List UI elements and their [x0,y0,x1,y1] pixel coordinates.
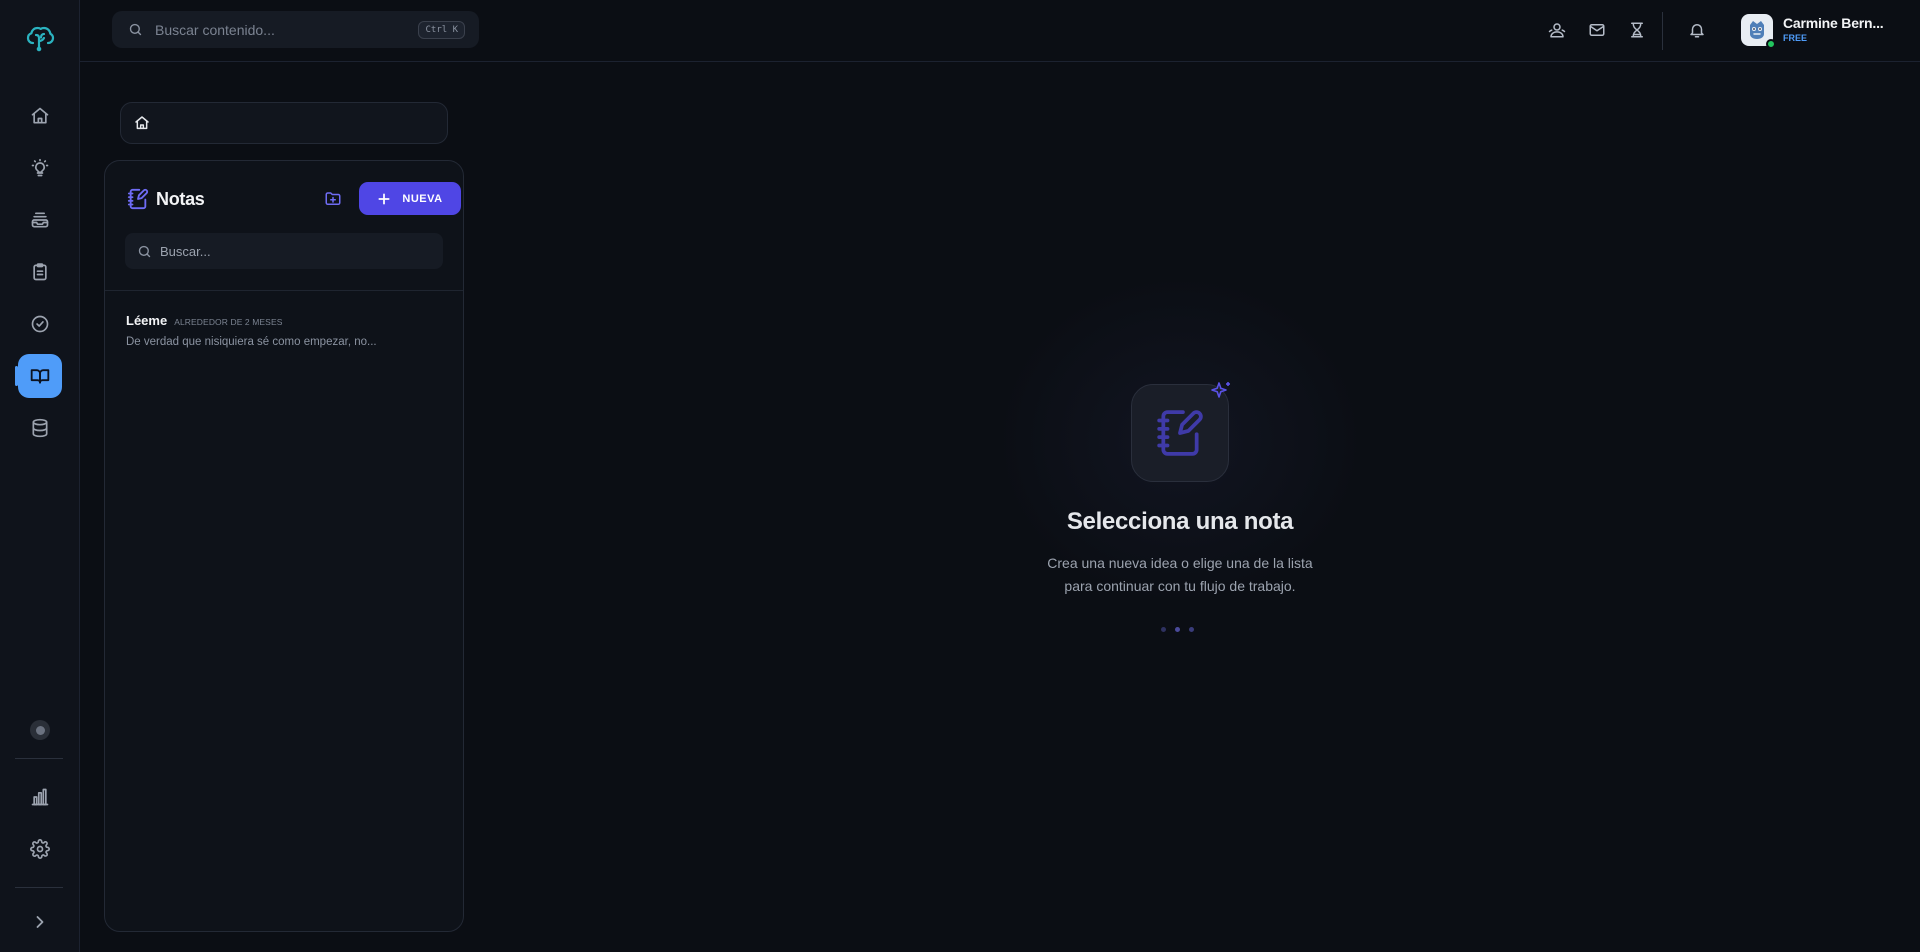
rail-settings-button[interactable] [18,827,62,871]
notes-search-box[interactable] [125,233,443,269]
empty-state-line-1: Crea una nueva idea o elige una de la li… [1047,555,1313,571]
status-dot-icon[interactable] [30,720,50,740]
rail-tasks-button[interactable] [18,250,62,294]
topbar-separator [1662,12,1663,50]
bar-chart-icon [31,788,49,806]
mail-icon [1589,24,1605,36]
loading-dots [1161,627,1203,632]
notifications-button[interactable] [1686,19,1708,41]
empty-state-description: Crea una nueva idea o elige una de la li… [1030,552,1330,598]
trophy-icon [1631,22,1643,38]
home-icon[interactable] [134,115,150,131]
notes-search-input[interactable] [160,243,431,259]
empty-state-title: Selecciona una nota [1066,508,1294,535]
lightbulb-icon [31,158,49,177]
list-item[interactable]: Léeme ALREDEDOR DE 2 MESES De verdad que… [126,313,446,348]
rail-expand-button[interactable] [18,900,62,944]
note-preview: De verdad que nisiquiera sé como empezar… [126,336,377,348]
trophy-button[interactable] [1626,19,1648,41]
top-bar: Ctrl K Carmine Bern... FREE [80,0,1920,62]
check-circle-icon [31,315,49,333]
notes-panel: Notas NUEVA Léeme ALREDEDOR DE 2 MESES D… [104,160,464,932]
new-folder-icon[interactable] [324,190,342,208]
users-button[interactable] [1546,19,1568,41]
rail-notes-button[interactable] [15,354,62,398]
chevron-right-icon [36,916,44,928]
notebook-pen-icon [127,188,149,210]
avatar [1741,14,1776,49]
note-title: Léeme [126,313,168,328]
user-name: Carmine Bern... [1783,15,1884,32]
global-search-input[interactable] [155,21,419,38]
rail-divider [15,758,63,759]
new-note-button[interactable]: NUEVA [359,182,461,215]
notes-title: Notas [156,188,205,209]
rail-done-button[interactable] [18,302,62,346]
search-icon [129,23,142,36]
notes-divider [105,290,463,291]
rail-divider [15,887,63,888]
home-icon [31,107,49,124]
rail-stats-button[interactable] [18,775,62,819]
clipboard-icon [33,263,47,281]
note-timestamp: ALREDEDOR DE 2 MESES [174,317,283,327]
inbox-stack-icon [31,212,49,228]
search-icon [138,245,151,257]
global-search-box[interactable]: Ctrl K [112,11,479,48]
rail-inbox-button[interactable] [18,198,62,242]
breadcrumb [120,102,448,144]
loading-dot [1161,627,1166,632]
online-status-dot [1766,39,1776,49]
loading-dot [1189,627,1194,632]
mail-button[interactable] [1586,19,1608,41]
notes-header: Notas NUEVA [127,181,461,217]
sparkles-icon [1211,382,1230,398]
search-shortcut-badge: Ctrl K [418,20,465,39]
rail-ideas-button[interactable] [18,146,62,190]
users-icon [1548,23,1566,38]
rail-home-button[interactable] [18,94,62,138]
user-menu[interactable]: Carmine Bern... FREE [1741,14,1884,49]
new-note-label: NUEVA [402,192,443,205]
empty-state-line-2: para continuar con tu flujo de trabajo. [1064,578,1296,594]
notebook-pen-icon [1157,410,1203,456]
rail-database-button[interactable] [18,406,62,450]
bell-icon [1690,24,1704,38]
left-rail [0,0,80,952]
user-plan-badge: FREE [1783,32,1808,43]
book-open-icon [30,369,50,384]
loading-dot [1175,627,1180,632]
brain-logo-icon[interactable] [24,22,56,54]
settings-gear-icon [30,839,50,859]
plus-icon [378,192,390,205]
database-icon [32,418,48,438]
